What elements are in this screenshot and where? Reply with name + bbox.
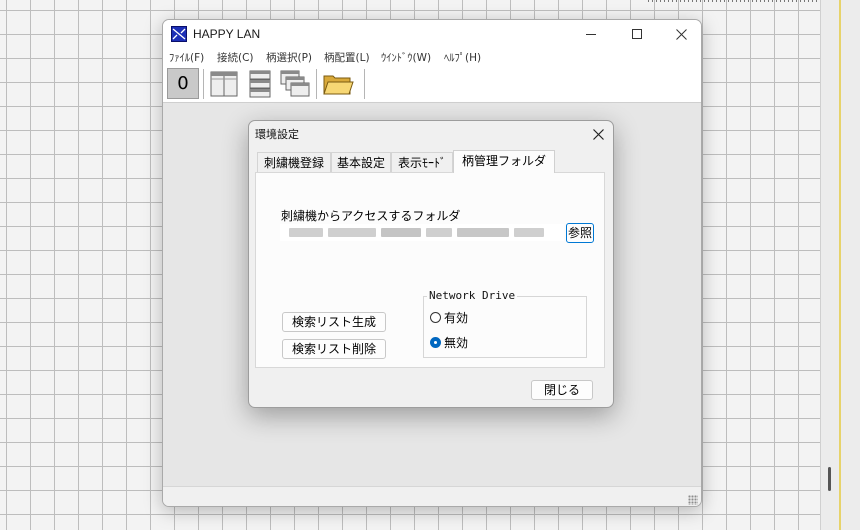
desktop-ruler-dots (648, 0, 820, 2)
minimize-button[interactable] (569, 20, 613, 48)
right-side-panel (820, 0, 860, 530)
cascade-windows-icon (280, 70, 310, 96)
close-icon (592, 128, 604, 140)
menu-window[interactable]: ｳｲﾝﾄﾞｳ(W) (381, 50, 431, 65)
redacted-path-segment (457, 228, 509, 237)
radio-label-enable: 有効 (444, 310, 469, 325)
maximize-button[interactable] (615, 20, 659, 48)
folder-path-input[interactable] (280, 224, 564, 241)
dialog-title: 環境設定 (255, 128, 299, 141)
margin-guide-line (839, 0, 841, 530)
toolbar-separator (203, 69, 207, 99)
close-dialog-button[interactable]: 閉じる (531, 380, 593, 400)
stack-view-icon (249, 70, 271, 97)
radio-label-disable: 無効 (444, 335, 469, 350)
open-folder-button[interactable] (322, 68, 354, 99)
toolbar-separator (316, 69, 320, 99)
menu-file[interactable]: ﾌｧｲﾙ(F) (169, 50, 204, 65)
tab-pattern-folder[interactable]: 柄管理フォルダ (453, 150, 555, 173)
open-folder-icon (323, 75, 354, 94)
generate-search-list-button[interactable]: 検索リスト生成 (282, 312, 386, 332)
delete-search-list-button[interactable]: 検索リスト削除 (282, 339, 386, 359)
menu-connect[interactable]: 接続(C) (217, 50, 254, 65)
folder-label: 刺繍機からアクセスするフォルダ (281, 209, 461, 223)
menu-pattern-select[interactable]: 柄選択(P) (266, 50, 312, 65)
status-bar (163, 486, 701, 506)
split-view-button[interactable] (208, 68, 240, 99)
redacted-path-segment (426, 228, 452, 237)
scrollbar-thumb[interactable] (828, 467, 831, 491)
app-title: HAPPY LAN (193, 27, 261, 41)
browse-button[interactable]: 参照 (566, 223, 594, 243)
dialog-close-button[interactable] (585, 123, 611, 145)
network-drive-legend: Network Drive (427, 289, 518, 302)
menu-bar: ﾌｧｲﾙ(F) 接続(C) 柄選択(P) 柄配置(L) ｳｲﾝﾄﾞｳ(W) ﾍﾙ… (163, 48, 701, 66)
close-icon (675, 28, 687, 40)
redacted-path-segment (289, 228, 323, 237)
menu-help[interactable]: ﾍﾙﾌﾟ(H) (444, 50, 481, 65)
tab-basic-settings[interactable]: 基本設定 (331, 152, 391, 172)
redacted-path-segment (514, 228, 544, 237)
redacted-path-segment (381, 228, 421, 237)
tab-machine-registration[interactable]: 刺繍機登録 (257, 152, 331, 172)
cascade-windows-button[interactable] (279, 68, 311, 99)
toolbar: 0 (163, 66, 701, 103)
toolbar-separator (364, 69, 368, 99)
split-view-icon (210, 71, 238, 96)
happy-lan-app-icon (171, 26, 187, 42)
network-drive-disable-radio[interactable]: 無効 (430, 334, 520, 350)
stack-view-button[interactable] (244, 68, 276, 99)
radio-button-unchecked (430, 311, 441, 323)
redacted-path-segment (328, 228, 376, 237)
network-drive-enable-radio[interactable]: 有効 (430, 309, 520, 325)
tab-display-mode[interactable]: 表示ﾓｰﾄﾞ (391, 152, 453, 172)
machine-counter-button[interactable]: 0 (167, 68, 199, 99)
menu-pattern-layout[interactable]: 柄配置(L) (324, 50, 370, 65)
minimize-icon (586, 34, 596, 35)
preferences-dialog: 環境設定 刺繍機登録 基本設定 表示ﾓｰﾄﾞ 柄管理フォルダ 刺繍機からアクセス… (248, 120, 614, 408)
app-titlebar[interactable]: HAPPY LAN (163, 20, 701, 48)
resize-grip[interactable] (688, 495, 698, 505)
maximize-icon (632, 29, 642, 39)
radio-button-checked (430, 336, 441, 348)
close-window-button[interactable] (659, 20, 701, 48)
tab-panel-pattern-folder: 刺繍機からアクセスするフォルダ 参照 検索リスト生成 検索リスト削除 Netwo… (255, 172, 605, 368)
